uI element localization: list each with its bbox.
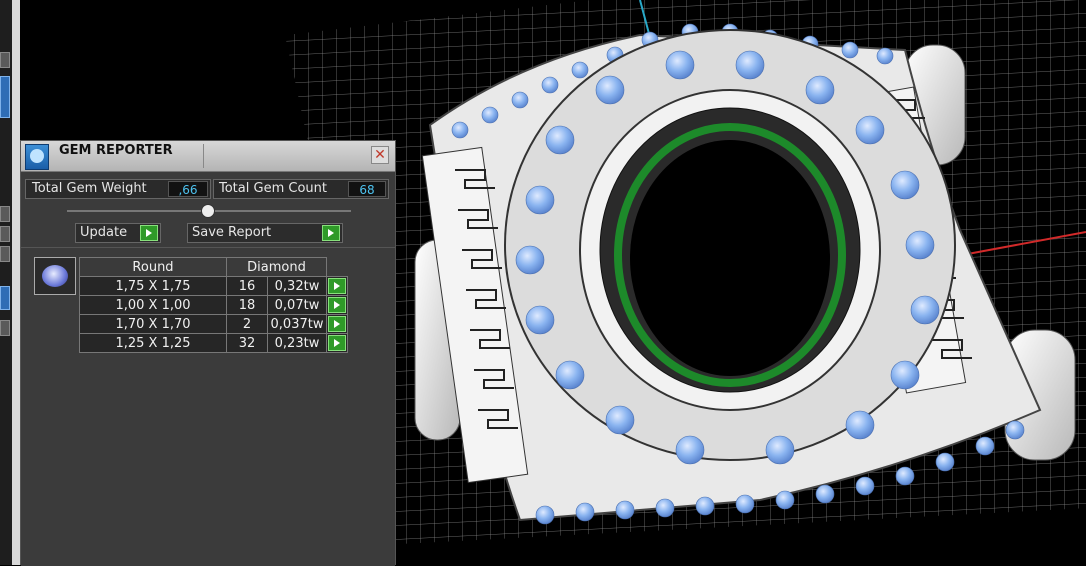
save-report-label: Save Report xyxy=(192,225,272,240)
close-button[interactable]: ✕ xyxy=(371,146,389,164)
finger-hole xyxy=(630,140,830,376)
total-gem-weight-box: Total Gem Weight ,66 xyxy=(25,179,211,199)
play-arrow-icon[interactable] xyxy=(322,225,340,241)
toolbar-tab[interactable] xyxy=(0,206,10,222)
play-arrow-icon[interactable] xyxy=(140,225,158,241)
titlebar-divider xyxy=(203,144,204,168)
play-arrow-icon[interactable] xyxy=(328,278,346,294)
toolbar-tab-active[interactable] xyxy=(0,286,10,310)
header-shape: Round xyxy=(79,257,227,277)
gem-count: 16 xyxy=(226,276,268,296)
table-row[interactable]: 1,00 X 1,00 18 0,07tw xyxy=(79,295,348,315)
save-report-button[interactable]: Save Report xyxy=(187,223,343,243)
update-button[interactable]: Update xyxy=(75,223,161,243)
close-icon: ✕ xyxy=(374,147,386,163)
table-row[interactable]: 1,75 X 1,75 16 0,32tw xyxy=(79,276,348,296)
table-row[interactable]: 1,25 X 1,25 32 0,23tw xyxy=(79,333,348,353)
gem-count: 2 xyxy=(226,314,268,334)
gem-count: 18 xyxy=(226,295,268,315)
round-gem-icon xyxy=(34,257,76,295)
gem-reporter-panel: GEM REPORTER ✕ Total Gem Weight ,66 Tota… xyxy=(20,140,396,566)
gem-weight: 0,037tw xyxy=(267,314,327,334)
toolbar-tab[interactable] xyxy=(0,226,10,242)
toolbar-edge xyxy=(12,0,20,565)
header-stone: Diamond xyxy=(226,257,327,277)
toolbar-tab[interactable] xyxy=(0,320,10,336)
gem-weight: 0,32tw xyxy=(267,276,327,296)
total-gem-count-value: 68 xyxy=(348,181,386,197)
total-gem-count-box: Total Gem Count 68 xyxy=(213,179,389,199)
gem-table-area: Round Diamond 1,75 X 1,75 16 0,32tw 1,00… xyxy=(21,247,395,566)
play-arrow-icon[interactable] xyxy=(328,335,346,351)
gem-size: 1,25 X 1,25 xyxy=(79,333,227,353)
play-arrow-icon[interactable] xyxy=(328,316,346,332)
row-action xyxy=(326,276,348,296)
gem-size: 1,00 X 1,00 xyxy=(79,295,227,315)
row-action xyxy=(326,333,348,353)
panel-titlebar[interactable]: GEM REPORTER ✕ xyxy=(21,141,395,172)
toolbar-tab[interactable] xyxy=(0,246,10,262)
total-gem-weight-value: ,66 xyxy=(168,181,208,197)
app-left-toolbar xyxy=(0,0,20,565)
gem-size: 1,70 X 1,70 xyxy=(79,314,227,334)
toolbar-tab[interactable] xyxy=(0,52,10,68)
panel-title: GEM REPORTER xyxy=(59,143,173,158)
toolbar-tab-active[interactable] xyxy=(0,76,10,118)
total-gem-count-label: Total Gem Count xyxy=(219,181,327,196)
total-gem-weight-label: Total Gem Weight xyxy=(32,181,147,196)
row-action xyxy=(326,295,348,315)
gem-size: 1,75 X 1,75 xyxy=(79,276,227,296)
table-row[interactable]: 1,70 X 1,70 2 0,037tw xyxy=(79,314,348,334)
table-header-row: Round Diamond xyxy=(79,257,348,277)
collapse-knob[interactable] xyxy=(201,204,215,218)
gem-weight: 0,07tw xyxy=(267,295,327,315)
update-label: Update xyxy=(80,225,128,240)
gem-reporter-app-icon xyxy=(25,144,49,170)
row-action xyxy=(326,314,348,334)
gem-count: 32 xyxy=(226,333,268,353)
gem-weight: 0,23tw xyxy=(267,333,327,353)
gem-table: Round Diamond 1,75 X 1,75 16 0,32tw 1,00… xyxy=(79,257,348,353)
play-arrow-icon[interactable] xyxy=(328,297,346,313)
